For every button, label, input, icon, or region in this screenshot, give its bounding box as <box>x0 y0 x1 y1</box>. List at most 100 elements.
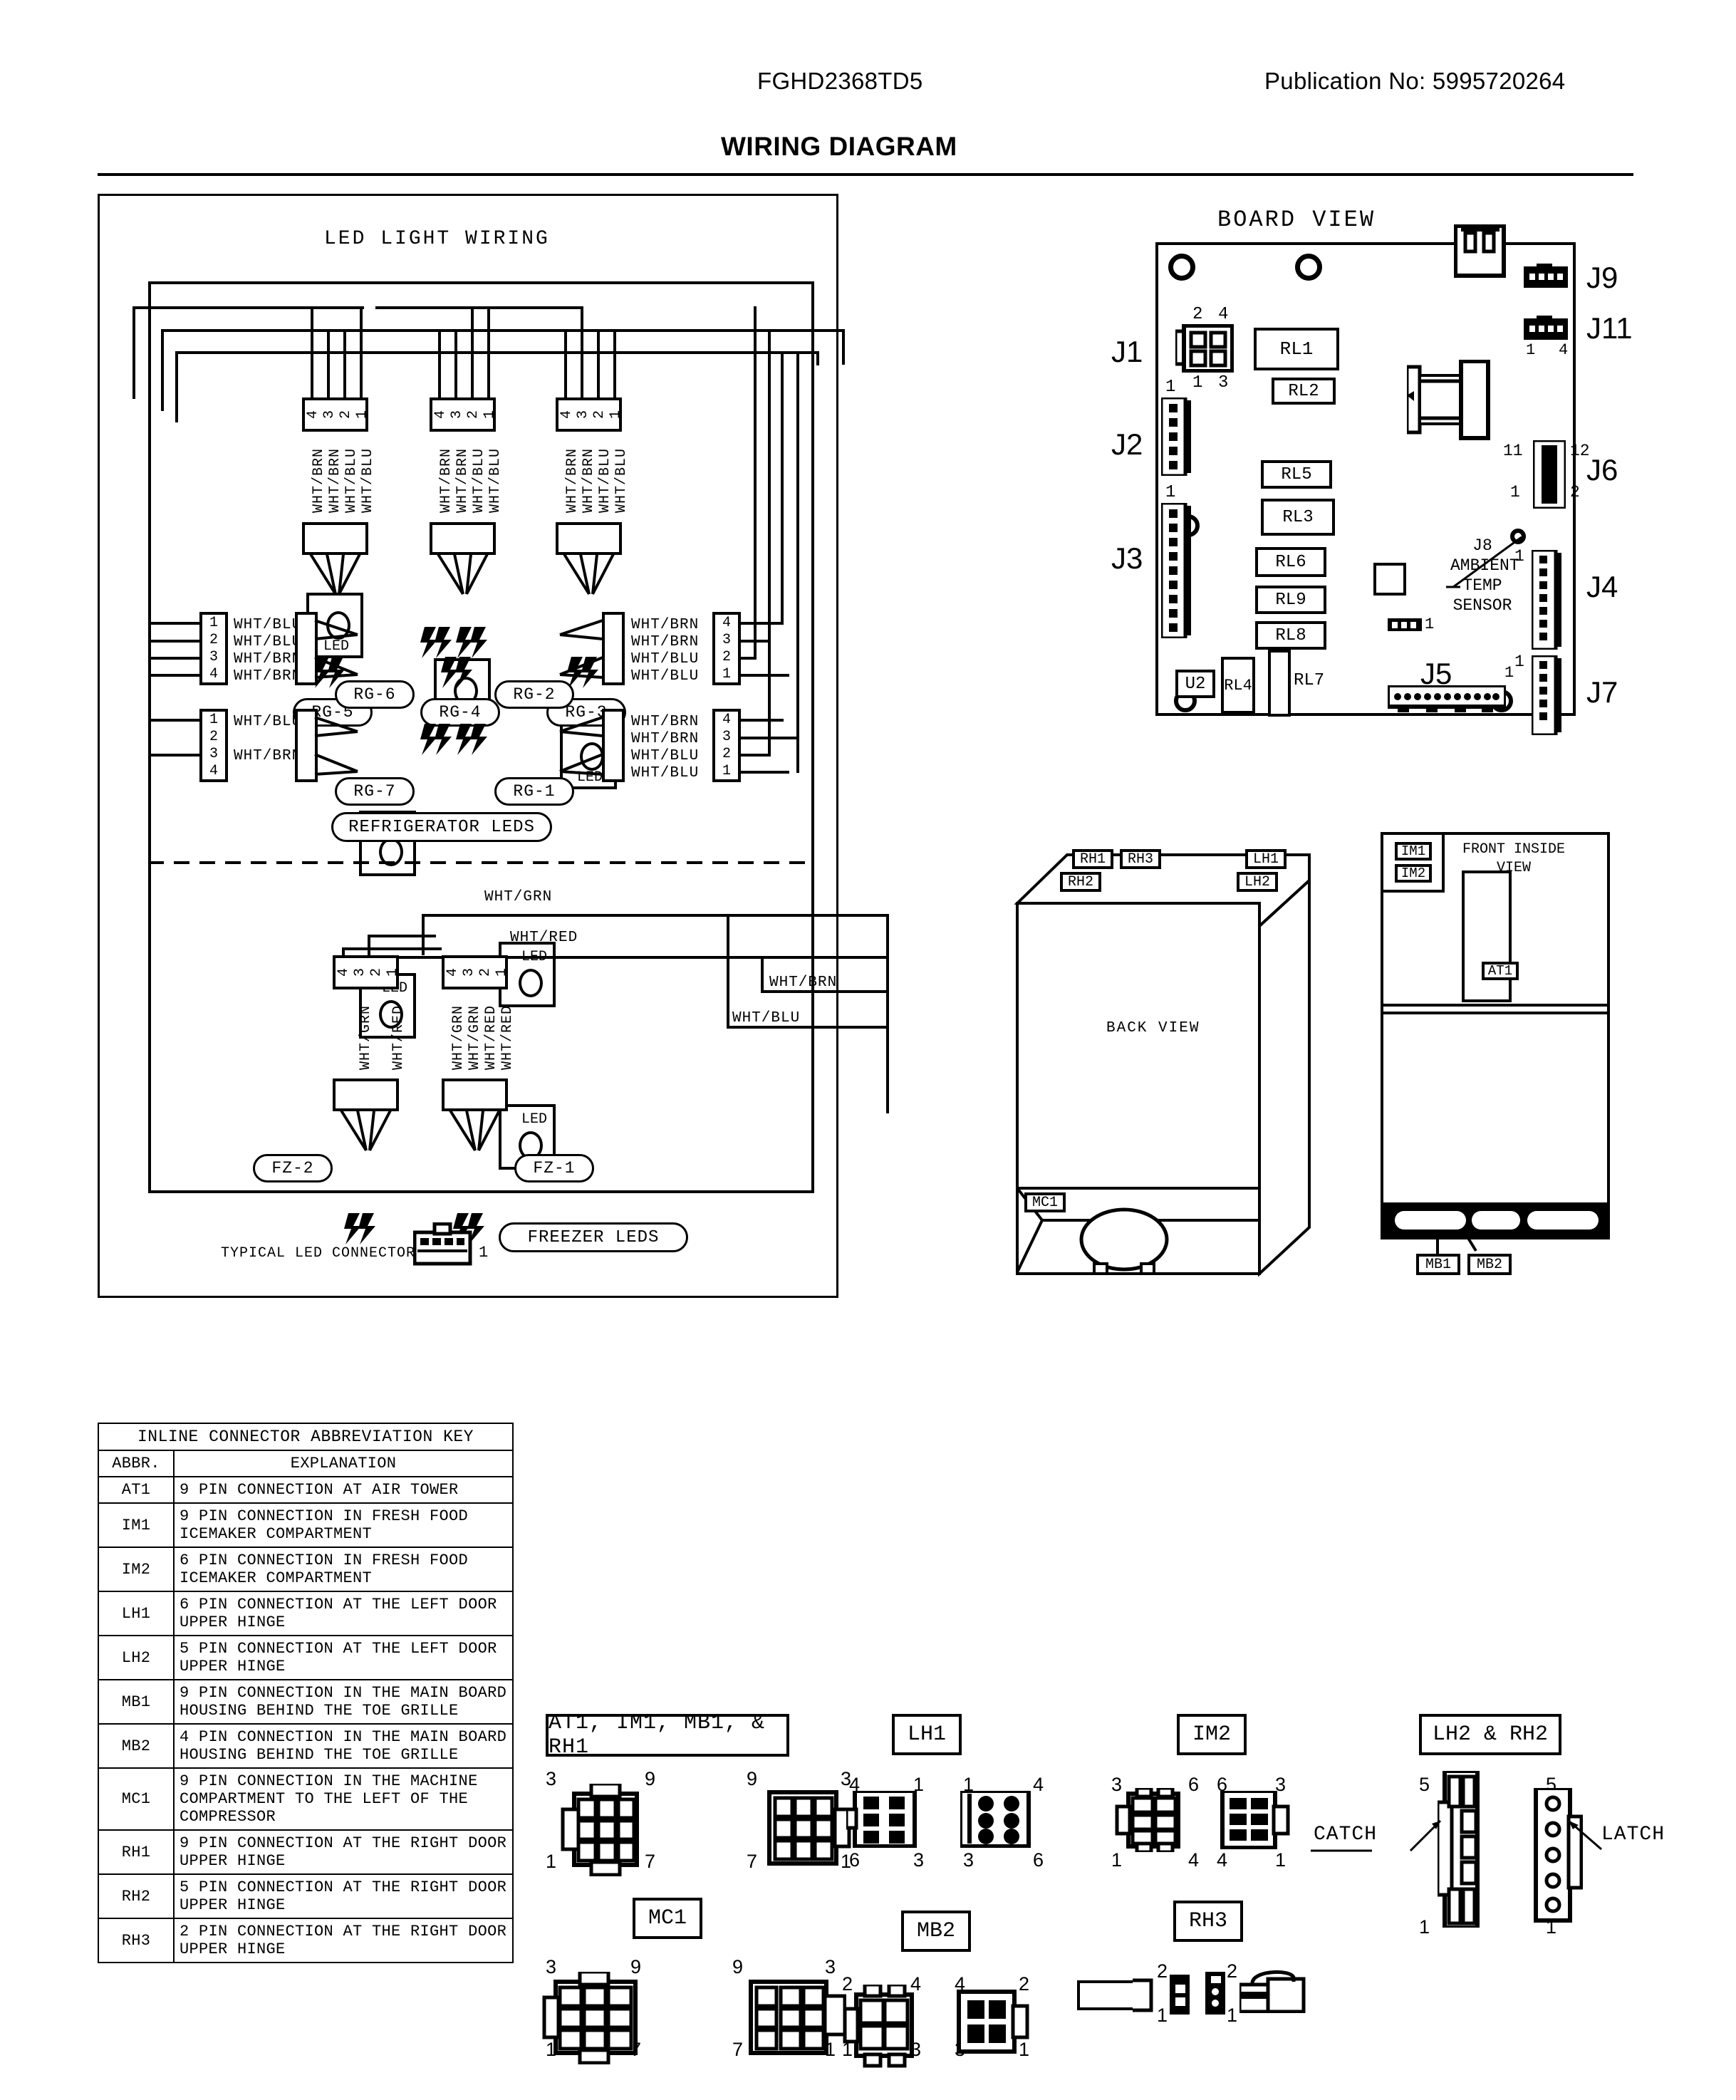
j8-label-line: SENSOR <box>1452 596 1512 615</box>
ic-u2: U2 <box>1175 670 1215 698</box>
pin-num: 7 <box>732 2039 744 2060</box>
wire-label: WHT/BLU <box>613 447 630 513</box>
freezer-leds-label: FREEZER LEDS <box>499 1222 688 1252</box>
bus-line <box>132 306 364 309</box>
connector-at1-male-icon[interactable] <box>560 1784 653 1876</box>
board-connector-j3: J3 <box>1111 541 1143 575</box>
panel-inner-top <box>148 281 814 284</box>
relay-rl3: RL3 <box>1261 499 1335 536</box>
bus-line <box>161 329 360 332</box>
key-table-title: INLINE CONNECTOR ABBREVIATION KEY <box>98 1423 514 1451</box>
bus-line <box>375 306 482 309</box>
tag-lh2: LH2 <box>1237 872 1278 892</box>
connector-rh3-male-icon[interactable] <box>1168 1975 1192 2016</box>
pin-label: 1 <box>209 712 218 729</box>
inline-connector-key-table: INLINE CONNECTOR ABBREVIATION KEY ABBR. … <box>98 1423 514 1963</box>
j5-pin-1: 1 <box>1504 664 1514 682</box>
table-row: RH2 5 PIN CONNECTION AT THE RIGHT DOOR UP… <box>98 1873 514 1919</box>
connector-rg-3[interactable]: 4 3 2 1 <box>556 397 624 432</box>
transformer-icon <box>1407 360 1490 440</box>
j2-pin-1: 1 <box>1165 378 1176 397</box>
key-abbr: RH3 <box>98 1918 175 1963</box>
wire-label: WHT/BLU <box>631 765 700 781</box>
harness-wire <box>422 914 889 917</box>
drop-wire <box>564 329 567 399</box>
bus-line <box>714 351 819 354</box>
wire-label: WHT/BLU <box>234 714 302 730</box>
connector-lh1-female-icon[interactable] <box>960 1791 1053 1848</box>
wire-label: WHT/BRN <box>564 447 581 513</box>
connector-mb2-female-icon[interactable] <box>955 1989 1040 2060</box>
connector-fz-1[interactable]: 4 3 2 1 <box>442 955 510 989</box>
connector-label-mb2: MB2 <box>901 1911 971 1952</box>
pin-num: 1 <box>546 1851 557 1872</box>
j1-connector-icon <box>1175 324 1234 373</box>
pin-num: 2 <box>1157 1960 1168 1982</box>
j11-pin-1: 1 <box>1526 341 1536 359</box>
tag-mb2: MB2 <box>1467 1254 1512 1275</box>
back-view-label: BACK VIEW <box>1106 1020 1200 1036</box>
key-expl: 9 PIN CONNECTION IN THE MAIN BOARD HOUSI… <box>173 1679 514 1725</box>
wire-label: WHT/BLU <box>343 447 360 513</box>
return-wire <box>741 674 789 677</box>
table-row: AT1 9 PIN CONNECTION AT AIR TOWER <box>98 1476 514 1504</box>
connector-im2-male-icon[interactable] <box>1113 1788 1205 1852</box>
harness-wire <box>727 914 729 1026</box>
feed-wire <box>148 657 202 660</box>
connector-mc1-male-icon[interactable] <box>541 1972 641 2064</box>
key-expl: 9 PIN CONNECTION AT THE RIGHT DOOR UPPER… <box>173 1829 514 1875</box>
table-row: IM1 9 PIN CONNECTION IN FRESH FOOD ICEMAK… <box>98 1502 514 1548</box>
connector-id-fz-2: FZ-2 <box>253 1154 333 1182</box>
pin-num: 7 <box>747 1851 758 1872</box>
relay-rl6: RL6 <box>1255 547 1326 577</box>
tag-at1: AT1 <box>1482 962 1519 980</box>
tag-lh1: LH1 <box>1245 849 1287 869</box>
connector-rg-1-pins[interactable]: 4 3 2 1 <box>712 709 741 782</box>
splice-block-fz-1 <box>442 1078 508 1111</box>
connector-label-rh3: RH3 <box>1173 1901 1243 1942</box>
key-expl: 5 PIN CONNECTION AT THE RIGHT DOOR UPPER… <box>173 1873 514 1919</box>
connector-im2-female-icon[interactable] <box>1218 1791 1304 1849</box>
connector-lh1-male-icon[interactable] <box>846 1791 932 1848</box>
pin-label: 1 <box>385 968 401 977</box>
drop-wire <box>438 329 441 399</box>
tag-rh1: RH1 <box>1072 849 1113 869</box>
j8-label-line: AMBIENT <box>1450 556 1519 576</box>
wire-label: WHT/BRN <box>454 447 471 513</box>
connector-id-rg-7: RG-7 <box>335 777 415 806</box>
key-expl: 2 PIN CONNECTION AT THE RIGHT DOOR UPPER… <box>173 1918 514 1963</box>
harness-label-wht-brn: WHT/BRN <box>769 974 838 991</box>
connector-fz-2[interactable]: 4 3 2 1 <box>333 955 401 989</box>
return-wire <box>741 754 771 757</box>
bus-line <box>816 351 819 365</box>
wire-label: WHT/RED <box>390 1004 407 1070</box>
harness-wire <box>761 990 889 993</box>
splice-block-rg-2 <box>602 612 625 685</box>
table-row: LH2 5 PIN CONNECTION AT THE LEFT DOOR UPP… <box>98 1635 514 1680</box>
splice-block-rg-5 <box>302 522 368 555</box>
return-bus <box>768 329 771 757</box>
return-bus <box>796 351 799 773</box>
connector-mc1-female-icon[interactable] <box>747 1972 846 2064</box>
connector-rh3-female-icon[interactable] <box>1204 1972 1228 2016</box>
pin-num: 4 <box>1217 1849 1228 1871</box>
connector-rg-5[interactable]: 4 3 2 1 <box>302 397 370 432</box>
wire-label: WHT/RED <box>483 1004 499 1070</box>
wire-label: WHT/BLU <box>234 617 302 633</box>
connector-mb2-male-icon[interactable] <box>841 1985 926 2069</box>
pin-label: 4 <box>209 665 218 682</box>
connector-rg-4[interactable]: 4 3 2 1 <box>430 397 498 432</box>
connector-rg-7-pins[interactable]: 1 2 3 4 <box>199 709 228 782</box>
wire-label: WHT/BRN <box>234 651 302 667</box>
drop-wire <box>487 306 490 399</box>
header-rule <box>98 173 1633 176</box>
pin-label: 1 <box>209 615 218 632</box>
led-ring-icon <box>519 969 543 997</box>
j1-pin-3: 3 <box>1218 373 1229 393</box>
connector-at1-female-icon[interactable] <box>761 1784 853 1876</box>
connector-rg-6-pins[interactable]: 1 2 3 4 <box>199 612 228 685</box>
j8-sensor-label: J8 AMBIENT TEMP SENSOR <box>1450 536 1519 615</box>
pin-label: 1 <box>482 410 498 420</box>
connector-rg-2-pins[interactable]: 4 3 2 1 <box>712 612 741 685</box>
wire-label: WHT/BRN <box>631 714 700 730</box>
